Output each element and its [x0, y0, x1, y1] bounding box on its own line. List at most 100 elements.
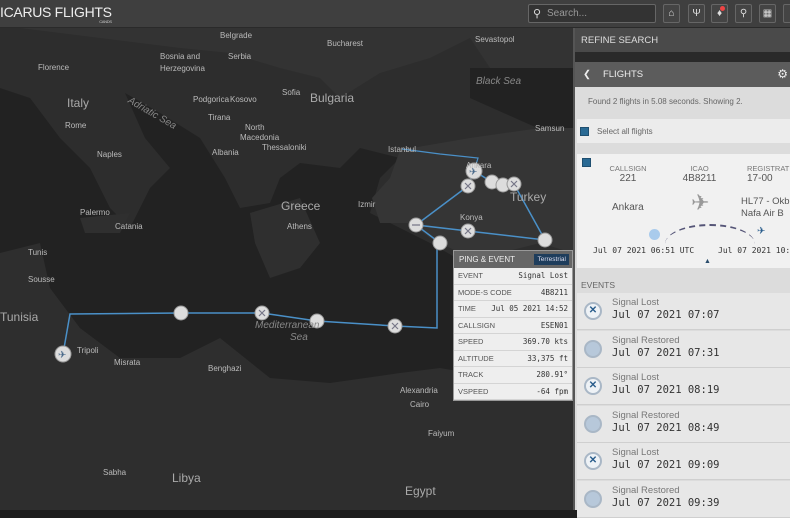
results-summary: Found 2 flights in 5.08 seconds. Showing… — [588, 97, 743, 106]
event-item[interactable]: ✕ Signal Lost Jul 07 2021 07:07 — [577, 293, 790, 330]
event-item[interactable]: Signal Restored Jul 07 2021 08:49 — [577, 405, 790, 443]
map-label: Konya — [460, 213, 483, 222]
popup-row: SPEED 369.70 kts — [454, 334, 572, 351]
signal-restored-icon — [584, 414, 602, 433]
popup-row: VSPEED -64 fpm — [454, 384, 572, 400]
map-label: North — [245, 123, 265, 132]
map-label: Catania — [115, 222, 143, 231]
map-label: Tripoli — [77, 346, 99, 355]
search-icon: ⚲ — [533, 8, 542, 20]
map-label: Bosnia and — [160, 52, 201, 61]
map-label: Alexandria — [400, 386, 438, 395]
map-label: Italy — [67, 96, 90, 110]
map[interactable]: ✈ ✈ Florence Bosnia and Herzegovina Belgrade… — [0, 28, 573, 510]
layers-icon[interactable]: ▦ — [759, 4, 776, 23]
popup-key: ALTITUDE — [458, 353, 494, 363]
callsign-label: CALLSIGN — [609, 164, 647, 173]
refine-search-header[interactable]: REFINE SEARCH — [575, 28, 790, 52]
popup-value: -64 fpm — [536, 386, 568, 396]
map-label: Istanbul — [388, 145, 417, 154]
map-label: Macedonia — [240, 133, 280, 142]
popup-key: CALLSIGN — [458, 320, 496, 330]
popup-row: TRACK 280.91° — [454, 367, 572, 384]
signal-lost-icon: ✕ — [584, 377, 602, 395]
signal-restored-icon — [584, 339, 602, 358]
map-label: Athens — [287, 222, 312, 231]
map-label: Rome — [65, 121, 87, 130]
antenna-icon[interactable]: Ψ — [688, 4, 705, 23]
map-label: Kosovo — [230, 95, 257, 104]
search-filter-icon[interactable]: ⚲ — [735, 4, 752, 23]
top-bar: ICARUS FLIGHTS CANDS ⚲ Search... ⌂ Ψ ♦ ⚲ ▦ — [0, 0, 790, 28]
event-item[interactable]: Signal Restored Jul 07 2021 07:31 — [577, 330, 790, 368]
landing-icon: ✈ — [757, 226, 766, 237]
signal-lost-icon: ✕ — [584, 302, 602, 320]
map-label: Sabha — [103, 468, 127, 477]
map-label: Albania — [212, 148, 239, 157]
airplane-icon: ✈ — [691, 190, 710, 215]
departure-dot — [649, 229, 660, 240]
map-label: Serbia — [228, 52, 252, 61]
flight-card[interactable]: CALLSIGN 221 ICAO 4B8211 REGISTRAT 17-00 An… — [577, 154, 790, 268]
map-label: Greece — [281, 199, 321, 213]
map-label: Turkey — [510, 190, 547, 204]
map-label: Sea — [290, 332, 308, 343]
back-icon[interactable]: ❮ — [583, 69, 591, 80]
flight-checkbox[interactable] — [582, 158, 591, 167]
map-label: Bucharest — [327, 39, 364, 48]
event-item[interactable]: ✕ Signal Lost Jul 07 2021 08:19 — [577, 368, 790, 405]
ping-marker — [537, 232, 553, 248]
icao-label: ICAO — [690, 164, 709, 173]
popup-row: CALLSIGN ESEN01 — [454, 318, 572, 334]
right-panel: REFINE SEARCH ❮ FLIGHTS ⚙ Found 2 flights … — [573, 28, 790, 518]
map-label: Naples — [97, 150, 122, 159]
map-label: Podgorica — [193, 95, 230, 104]
registration-label: REGISTRAT — [747, 164, 790, 173]
popup-key: TIME — [458, 304, 476, 314]
map-label: Sevastopol — [475, 35, 515, 44]
event-item[interactable]: ✕ Signal Lost Jul 07 2021 09:09 — [577, 443, 790, 480]
signal-restored-icon — [584, 489, 602, 508]
map-label: Belgrade — [220, 31, 253, 40]
map-label: Mediterranean — [255, 320, 320, 331]
home-icon[interactable]: ⌂ — [663, 4, 680, 23]
terrestrial-badge: Terrestrial — [534, 254, 569, 265]
popup-value: 280.91° — [536, 370, 568, 380]
map-label: Tunisia — [0, 310, 39, 324]
ping-event-popup: PING & EVENT Terrestrial EVENT Signal Lost… — [453, 250, 573, 401]
popup-value: 4B8211 — [540, 287, 568, 297]
checkbox-icon — [580, 126, 589, 136]
map-label: Sousse — [28, 275, 55, 284]
popup-key: MODE-S CODE — [458, 287, 512, 297]
popup-row: ALTITUDE 33,375 ft — [454, 351, 572, 367]
popup-row: EVENT Signal Lost — [454, 268, 572, 285]
map-label: Libya — [172, 471, 201, 485]
event-item[interactable]: Signal Restored Jul 07 2021 09:39 — [577, 480, 790, 518]
flights-header: ❮ FLIGHTS ⚙ — [575, 62, 790, 87]
bell-icon[interactable]: ♦ — [711, 4, 728, 23]
svg-text:✈: ✈ — [58, 350, 66, 361]
gear-icon[interactable]: ⚙ — [777, 67, 788, 81]
signal-lost-icon: ✕ — [584, 452, 602, 470]
map-label: Ankara — [466, 161, 492, 170]
popup-row: TIME Jul 05 2021 14:52 — [454, 301, 572, 318]
map-label: Palermo — [80, 208, 110, 217]
app-logo[interactable]: ICARUS FLIGHTS CANDS — [0, 4, 112, 24]
popup-row: MODE-S CODE 4B8211 — [454, 285, 572, 301]
popup-value: 369.70 kts — [522, 337, 568, 347]
map-label: Tunis — [28, 248, 48, 257]
map-label: Egypt — [405, 484, 436, 498]
map-label: Thessaloniki — [262, 143, 307, 152]
map-label: Misrata — [114, 358, 141, 367]
menu-icon[interactable] — [783, 4, 790, 23]
popup-header: PING & EVENT Terrestrial — [454, 251, 572, 268]
search-input[interactable]: ⚲ Search... — [528, 4, 656, 23]
map-label: Florence — [38, 63, 70, 72]
popup-key: SPEED — [458, 337, 484, 347]
select-all-checkbox[interactable]: Select all flights — [577, 119, 790, 143]
ping-marker — [173, 305, 189, 321]
expand-caret-icon[interactable]: ▲ — [704, 258, 711, 265]
map-label: Faiyum — [428, 429, 455, 438]
map-label: Tirana — [208, 113, 231, 122]
origin: Ankara — [612, 202, 644, 213]
